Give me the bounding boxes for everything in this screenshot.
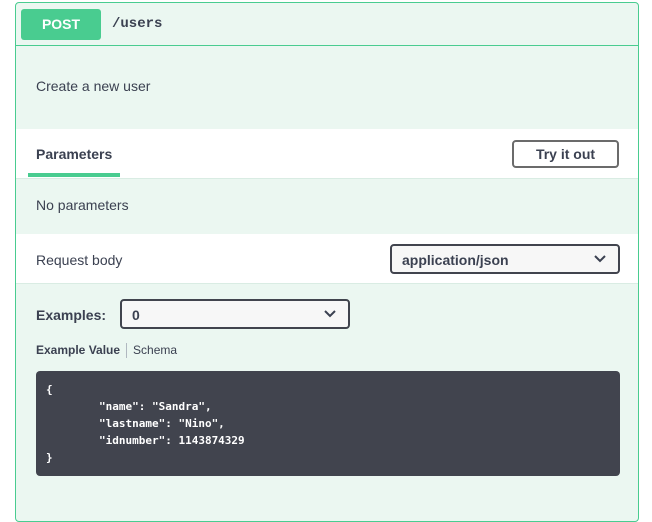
tab-divider — [126, 343, 128, 359]
tab-example-value[interactable]: Example Value — [36, 343, 120, 357]
chevron-down-icon — [594, 255, 606, 263]
no-parameters-text: No parameters — [36, 197, 129, 213]
operation-description: Create a new user — [36, 78, 151, 94]
chevron-down-icon — [324, 310, 336, 318]
example-code-block[interactable]: { "name": "Sandra", "lastname": "Nino", … — [36, 371, 620, 476]
examples-label: Examples: — [36, 307, 107, 323]
examples-value: 0 — [132, 307, 140, 323]
operation-summary[interactable]: POST /users — [16, 3, 638, 46]
examples-select[interactable]: 0 — [120, 299, 350, 329]
request-body-label: Request body — [36, 252, 123, 268]
endpoint-path: /users — [112, 16, 163, 32]
tab-schema[interactable]: Schema — [133, 343, 177, 357]
operation-block: POST /users Create a new user Parameters… — [15, 2, 639, 522]
content-type-select[interactable]: application/json — [390, 244, 620, 274]
example-tabs: Example Value Schema — [36, 343, 177, 359]
try-it-out-button[interactable]: Try it out — [512, 140, 619, 168]
request-body-header: Request body application/json — [16, 234, 638, 284]
tab-parameters[interactable]: Parameters — [36, 146, 112, 162]
active-tab-indicator — [28, 173, 120, 177]
method-badge: POST — [21, 9, 101, 40]
content-type-value: application/json — [402, 252, 509, 268]
parameters-header: Parameters Try it out — [16, 129, 638, 179]
